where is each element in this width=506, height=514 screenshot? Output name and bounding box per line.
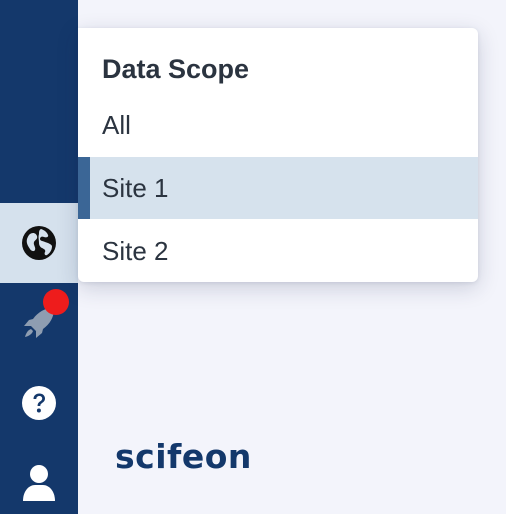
sidebar-item-help[interactable] xyxy=(0,363,78,443)
option-site-2[interactable]: Site 2 xyxy=(78,220,478,282)
option-label: Site 2 xyxy=(102,235,169,266)
globe-icon xyxy=(21,225,57,261)
user-icon xyxy=(21,463,57,503)
sidebar-item-user[interactable] xyxy=(0,443,78,514)
option-site-1[interactable]: Site 1 xyxy=(78,157,478,219)
logo: scifeon xyxy=(115,437,252,476)
option-label: Site 1 xyxy=(102,172,169,203)
notification-badge xyxy=(43,289,69,315)
question-circle-icon xyxy=(21,385,57,421)
data-scope-dropdown: Data Scope All Site 1 Site 2 xyxy=(78,28,478,282)
option-all[interactable]: All xyxy=(78,94,478,156)
option-label: All xyxy=(102,109,131,140)
sidebar xyxy=(0,0,78,514)
sidebar-item-globe[interactable] xyxy=(0,203,78,283)
dropdown-title: Data Scope xyxy=(102,54,250,84)
